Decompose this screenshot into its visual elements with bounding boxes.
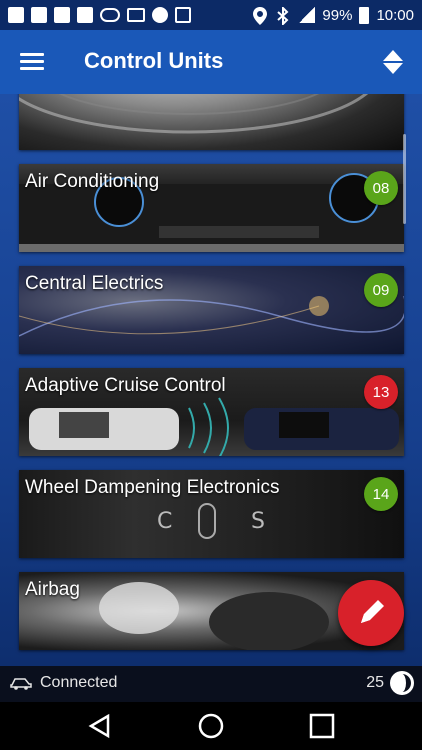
error-count: 25 (366, 674, 384, 691)
notification-icons (8, 7, 191, 23)
status-bar: 99% 10:00 (0, 0, 422, 30)
edit-fab-button[interactable] (338, 580, 404, 646)
unit-badge: 14 (364, 477, 398, 511)
unit-label: Wheel Dampening Electronics (25, 477, 280, 498)
message-icon (8, 7, 24, 23)
gmail-icon (127, 8, 145, 22)
location-icon (253, 7, 269, 25)
clock: 10:00 (376, 6, 414, 24)
car-icon (10, 678, 32, 690)
signal-icon (299, 7, 316, 23)
app-bar: Control Units (0, 30, 422, 94)
image-icon (175, 7, 191, 23)
back-icon[interactable] (86, 712, 114, 740)
facebook-icon (54, 7, 70, 23)
unit-badge: 08 (364, 171, 398, 205)
battery-icon (359, 6, 370, 24)
list-item[interactable]: Central Electrics 09 (19, 266, 404, 354)
recents-icon[interactable] (308, 712, 336, 740)
voicemail-icon (100, 8, 120, 22)
svg-text:C: C (157, 509, 172, 534)
home-icon[interactable] (197, 712, 225, 740)
pencil-icon (361, 600, 384, 623)
unit-label: Central Electrics (25, 273, 164, 294)
svg-text:S: S (251, 509, 265, 534)
system-icons: 99% 10:00 (253, 5, 414, 27)
list-item[interactable]: Adaptive Cruise Control 13 (19, 368, 404, 456)
unit-badge: 09 (364, 273, 398, 307)
hamburger-menu-icon[interactable] (20, 51, 46, 73)
unit-label: Airbag (25, 579, 80, 600)
battery-percent: 99% (322, 6, 353, 24)
facebook-icon (31, 7, 47, 23)
list-item[interactable] (19, 94, 404, 150)
bluetooth-icon (276, 5, 292, 27)
page-title: Control Units (84, 48, 224, 73)
unit-label: Air Conditioning (25, 171, 160, 192)
list-item[interactable]: C S Wheel Dampening Electronics 14 (19, 470, 404, 558)
navigation-bar (0, 702, 422, 750)
facebook-icon (77, 7, 93, 23)
scrollbar[interactable] (403, 134, 406, 224)
sort-icon[interactable] (382, 50, 404, 76)
globe-icon[interactable] (390, 671, 414, 695)
unit-badge: 13 (364, 375, 398, 409)
connection-status-bar: Connected 25 (0, 666, 422, 702)
unit-label: Adaptive Cruise Control (25, 375, 226, 396)
phone-icon (152, 7, 168, 23)
list-item[interactable]: Air Conditioning 08 (19, 164, 404, 252)
connection-label: Connected (40, 674, 118, 691)
